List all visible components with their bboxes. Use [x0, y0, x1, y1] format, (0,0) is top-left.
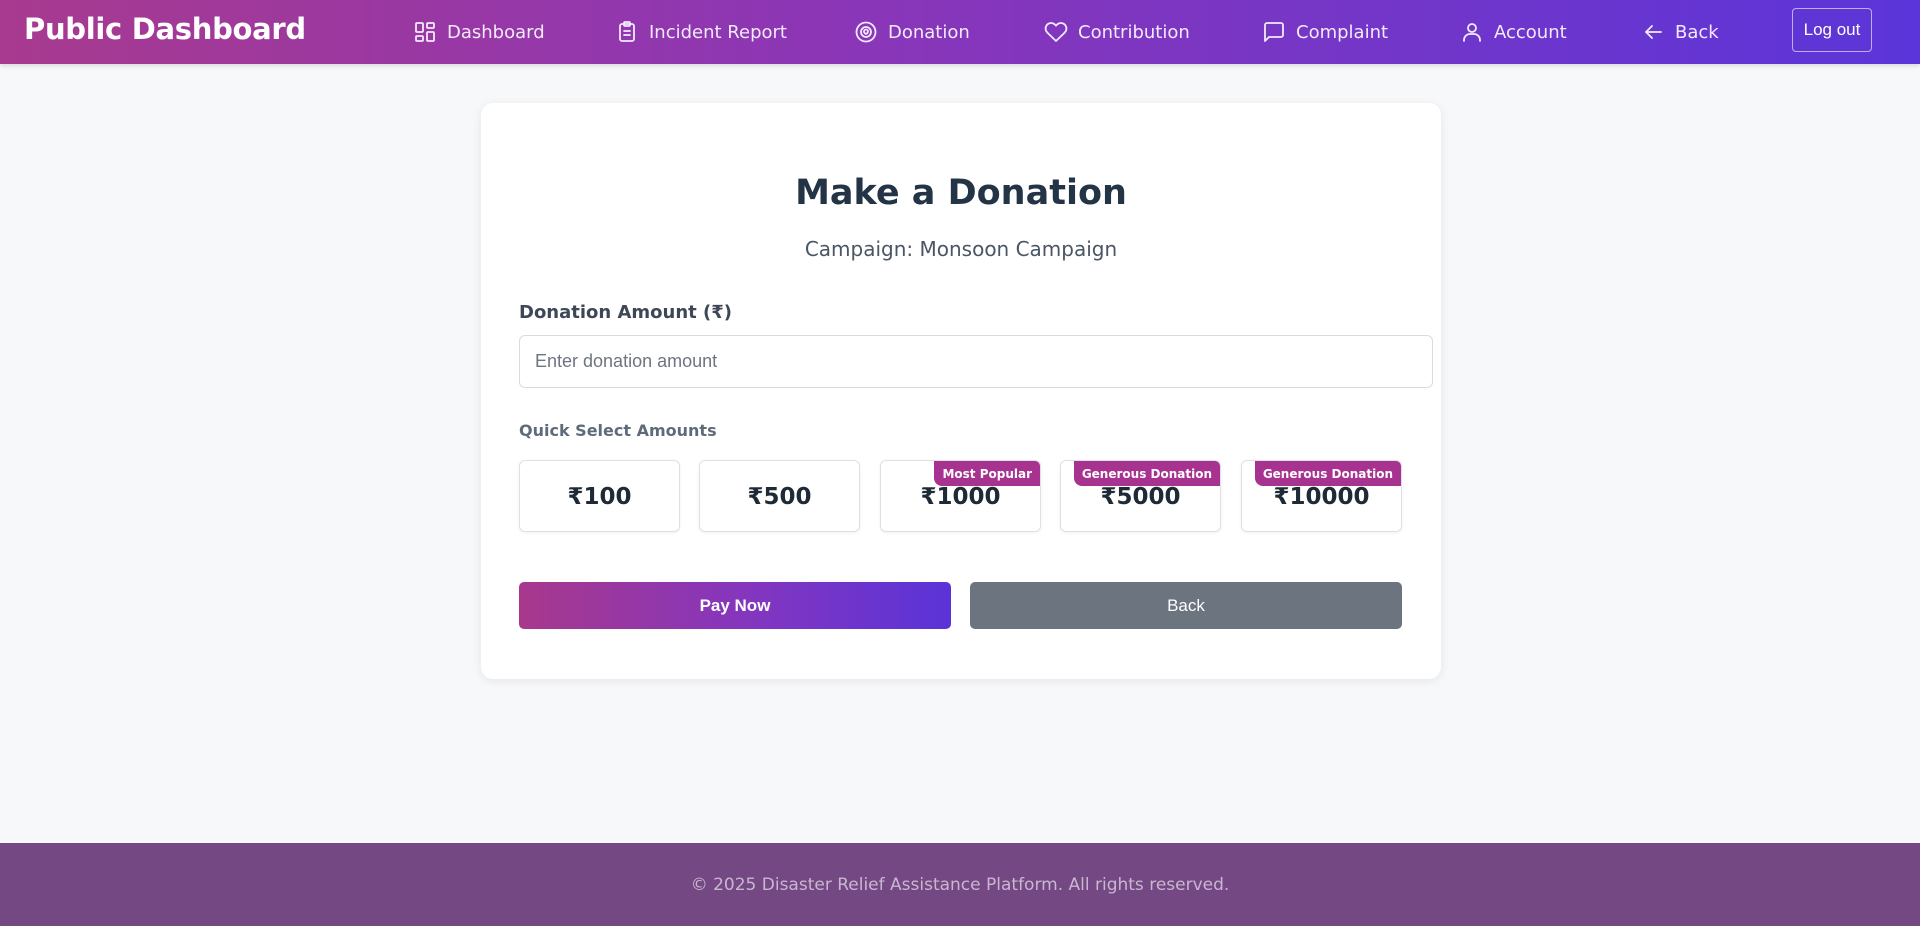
logout-button[interactable]: Log out: [1792, 8, 1872, 52]
clipboard-icon: [619, 21, 635, 42]
nav-item-label: Account: [1494, 21, 1567, 43]
nav-item-dashboard[interactable]: Dashboard: [413, 0, 545, 64]
dashboard-grid-icon: [415, 22, 435, 42]
nav-item-label: Contribution: [1078, 21, 1190, 43]
nav-item-label: Donation: [888, 21, 970, 43]
footer-copyright: © 2025 Disaster Relief Assistance Platfo…: [690, 874, 1230, 895]
donation-amount-input[interactable]: [519, 335, 1433, 388]
page-title: Make a Donation: [795, 173, 1127, 213]
nav-item-label: Back: [1675, 21, 1719, 43]
nav-item-donation[interactable]: Donation: [854, 0, 970, 64]
footer: © 2025 Disaster Relief Assistance Platfo…: [0, 843, 1920, 926]
donation-icon: [855, 21, 877, 43]
quick-amount-value: ₹10000: [1273, 484, 1370, 510]
nav-item-back[interactable]: Back: [1641, 0, 1719, 64]
quick-amount-value: ₹500: [747, 484, 812, 510]
donation-card: Make a Donation Campaign: Monsoon Campai…: [481, 103, 1441, 679]
user-icon: [1463, 23, 1481, 42]
quick-select-label: Quick Select Amounts: [519, 421, 717, 440]
generous-donation-badge: Generous Donation: [1073, 461, 1220, 486]
quick-amount-value: ₹5000: [1100, 484, 1181, 510]
nav-item-account[interactable]: Account: [1460, 0, 1567, 64]
donation-amount-label: Donation Amount (₹): [519, 302, 733, 323]
heart-icon: [1044, 22, 1068, 42]
quick-amount-100-button[interactable]: ₹100: [519, 460, 680, 532]
main-nav: Dashboard Incident Report Donation Contr…: [0, 0, 1920, 64]
campaign-name: Campaign: Monsoon Campaign: [804, 237, 1118, 261]
nav-item-label: Dashboard: [447, 21, 545, 43]
nav-item-label: Incident Report: [649, 21, 787, 43]
quick-amount-10000-button[interactable]: Generous Donation ₹10000: [1241, 460, 1402, 532]
quick-amount-500-button[interactable]: ₹500: [699, 460, 860, 532]
top-navbar: Public Dashboard Dashboard Incident Repo…: [0, 0, 1920, 64]
quick-amount-5000-button[interactable]: Generous Donation ₹5000: [1060, 460, 1221, 532]
nav-item-label: Complaint: [1296, 21, 1389, 43]
nav-item-incident-report[interactable]: Incident Report: [615, 0, 787, 64]
quick-amount-value: ₹100: [567, 484, 632, 510]
message-square-icon: [1264, 22, 1284, 42]
generous-donation-badge: Generous Donation: [1254, 461, 1401, 486]
quick-amount-1000-button[interactable]: Most Popular ₹1000: [880, 460, 1041, 532]
arrow-left-icon: [1645, 25, 1662, 39]
quick-amount-value: ₹1000: [920, 484, 1001, 510]
back-button[interactable]: Back: [970, 582, 1402, 629]
nav-item-complaint[interactable]: Complaint: [1262, 0, 1388, 64]
most-popular-badge: Most Popular: [934, 461, 1040, 486]
nav-item-contribution[interactable]: Contribution: [1044, 0, 1190, 64]
pay-now-button[interactable]: Pay Now: [519, 582, 951, 629]
